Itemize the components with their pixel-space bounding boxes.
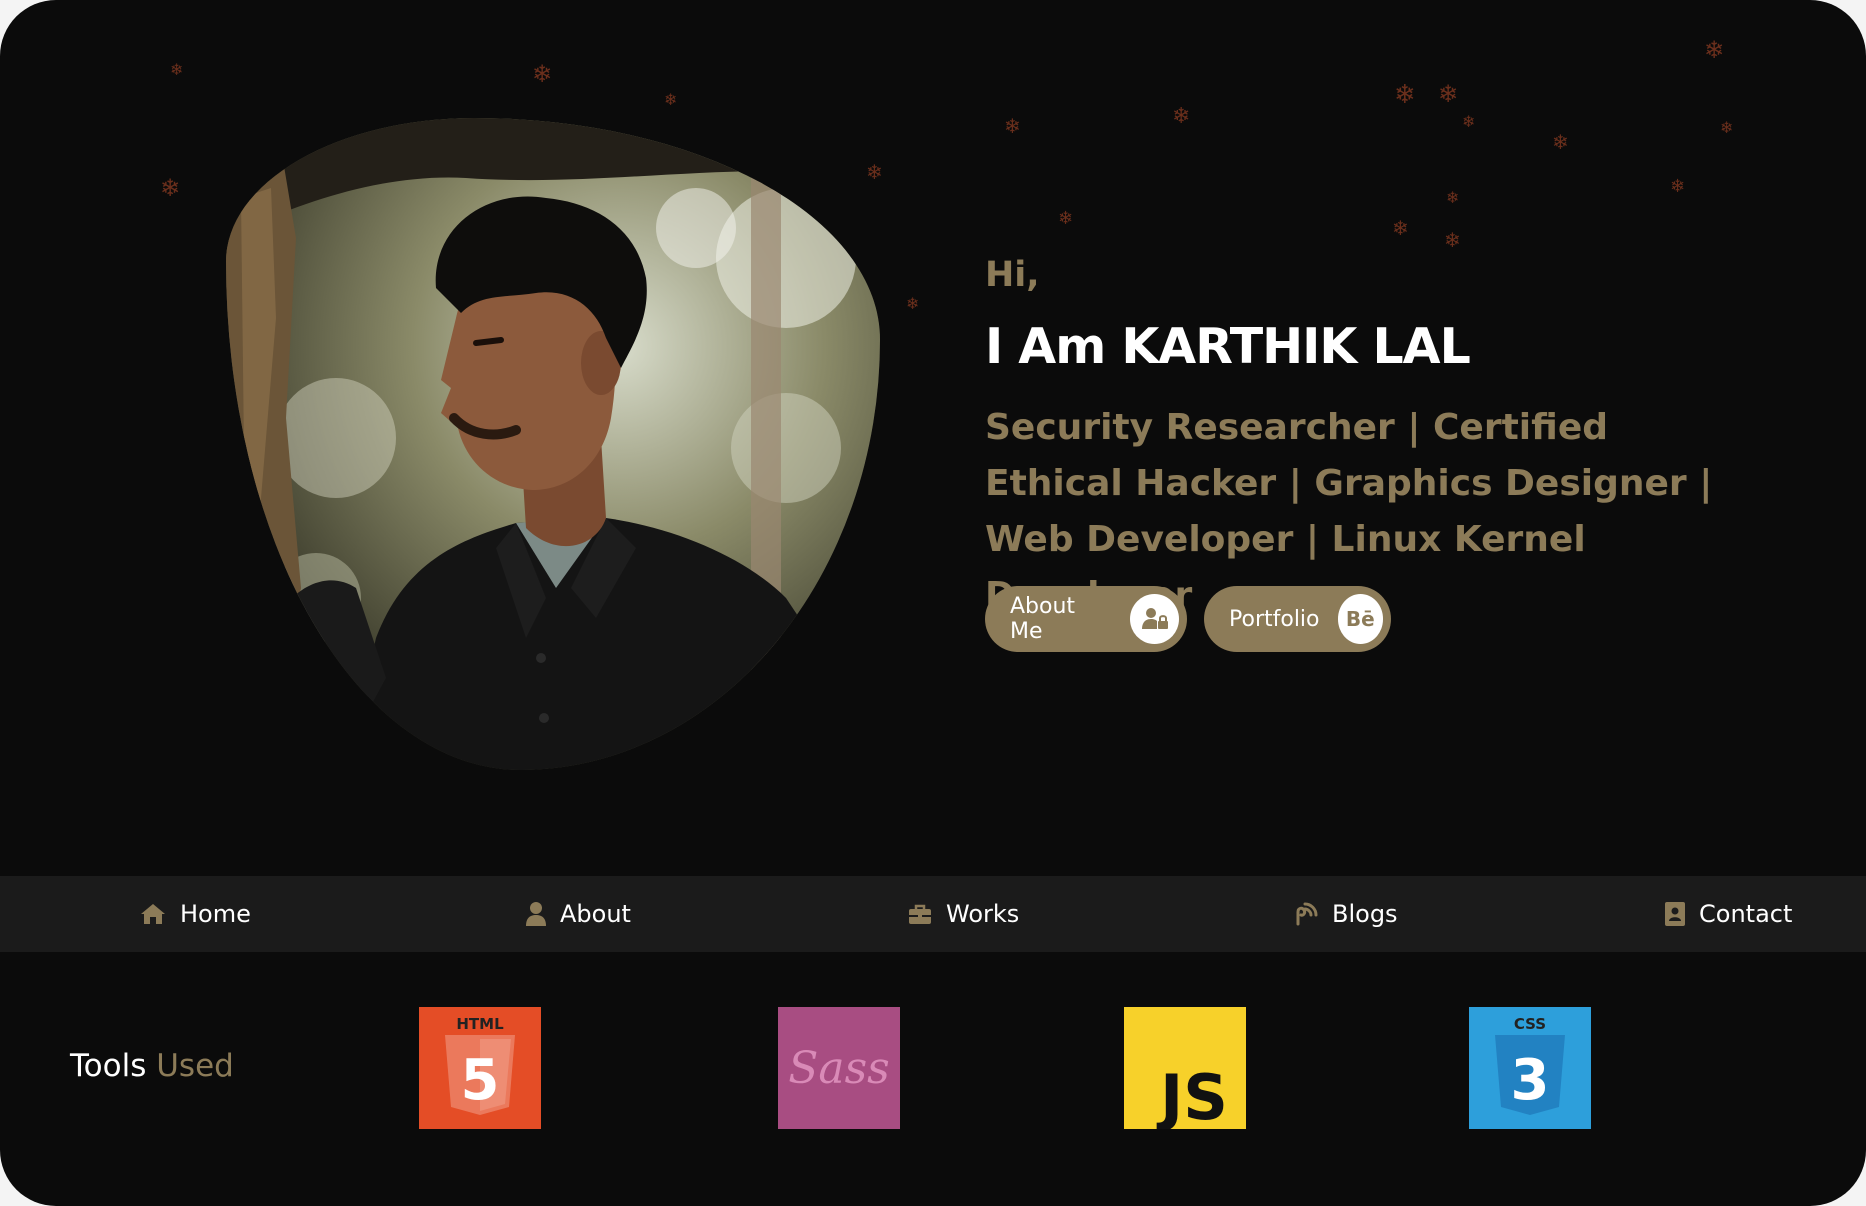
css3-logo-digit: 3 bbox=[1511, 1048, 1550, 1113]
snowflake-icon: ❄ bbox=[866, 160, 883, 184]
nav-item-works[interactable]: Works bbox=[908, 876, 1019, 952]
snowflake-icon: ❄ bbox=[1720, 118, 1734, 137]
css3-logo: CSS 3 bbox=[1469, 1007, 1591, 1129]
snowflake-icon: ❄ bbox=[1670, 176, 1686, 197]
snowflake-icon: ❄ bbox=[1552, 130, 1569, 154]
nav-item-contact[interactable]: Contact bbox=[1665, 876, 1792, 952]
snowflake-icon: ❄ bbox=[1444, 228, 1461, 252]
snowflake-icon: ❄ bbox=[1172, 104, 1191, 129]
css3-logo-text: CSS bbox=[1514, 1015, 1546, 1033]
snowflake-icon: ❄ bbox=[1438, 80, 1459, 108]
portfolio-button[interactable]: Portfolio Bē bbox=[1204, 586, 1391, 652]
bottom-nav: Home About Works Blogs Contact bbox=[0, 876, 1866, 952]
snowflake-icon: ❄ bbox=[170, 60, 184, 79]
address-book-icon bbox=[1665, 902, 1685, 926]
nav-item-about[interactable]: About bbox=[526, 876, 631, 952]
tools-title-accent: Used bbox=[156, 1048, 234, 1084]
home-icon bbox=[141, 904, 165, 924]
page-frame: ❄ ❄ ❄ ❄ ❄ ❄ ❄ ❄ ❄ ❄ ❄ ❄ ❄ ❄ ❄ ❄ ❄ ❄ ❄ ❄ … bbox=[0, 0, 1866, 1206]
snowflake-icon: ❄ bbox=[664, 90, 678, 109]
snowflake-icon: ❄ bbox=[906, 294, 920, 313]
profile-photo bbox=[226, 118, 880, 770]
behance-icon: Bē bbox=[1337, 594, 1383, 644]
nav-item-blogs[interactable]: Blogs bbox=[1294, 876, 1398, 952]
nav-item-label: About bbox=[560, 900, 631, 928]
about-me-button[interactable]: About Me bbox=[985, 586, 1187, 652]
html5-logo-digit: 5 bbox=[461, 1048, 500, 1113]
javascript-logo: JS bbox=[1124, 1007, 1246, 1129]
snowflake-icon: ❄ bbox=[1446, 188, 1460, 207]
snowflake-icon: ❄ bbox=[1394, 80, 1416, 110]
about-me-button-label: About Me bbox=[1010, 594, 1076, 644]
nav-item-label: Contact bbox=[1699, 900, 1793, 928]
snowflake-icon: ❄ bbox=[532, 60, 553, 88]
user-icon bbox=[526, 902, 546, 926]
hero-name: I Am KARTHIK LAL bbox=[985, 318, 1471, 375]
tools-title-main: Tools bbox=[70, 1048, 147, 1084]
greeting-text: Hi, bbox=[985, 255, 1040, 295]
portfolio-button-label: Portfolio bbox=[1229, 606, 1320, 632]
sass-logo-text: Sass bbox=[788, 1043, 890, 1094]
nav-item-label: Home bbox=[180, 900, 251, 928]
snowflake-icon: ❄ bbox=[1462, 112, 1476, 131]
html5-logo-text: HTML bbox=[456, 1015, 504, 1033]
briefcase-icon bbox=[909, 904, 931, 924]
tools-title: Tools Used bbox=[70, 1048, 234, 1084]
sass-logo: Sass bbox=[778, 1007, 900, 1129]
nav-item-home[interactable]: Home bbox=[140, 876, 251, 952]
snowflake-icon: ❄ bbox=[160, 174, 181, 202]
user-lock-icon bbox=[1130, 594, 1179, 644]
nav-item-label: Works bbox=[946, 900, 1020, 928]
snowflake-icon: ❄ bbox=[1004, 114, 1021, 138]
blog-icon bbox=[1296, 902, 1318, 926]
snowflake-icon: ❄ bbox=[1058, 208, 1074, 229]
nav-item-label: Blogs bbox=[1332, 900, 1398, 928]
snowflake-icon: ❄ bbox=[1704, 36, 1725, 64]
profile-portrait-illustration bbox=[226, 118, 880, 770]
snowflake-icon: ❄ bbox=[1392, 216, 1409, 240]
html5-logo: HTML 5 bbox=[419, 1007, 541, 1129]
javascript-logo-text: JS bbox=[1156, 1061, 1228, 1129]
